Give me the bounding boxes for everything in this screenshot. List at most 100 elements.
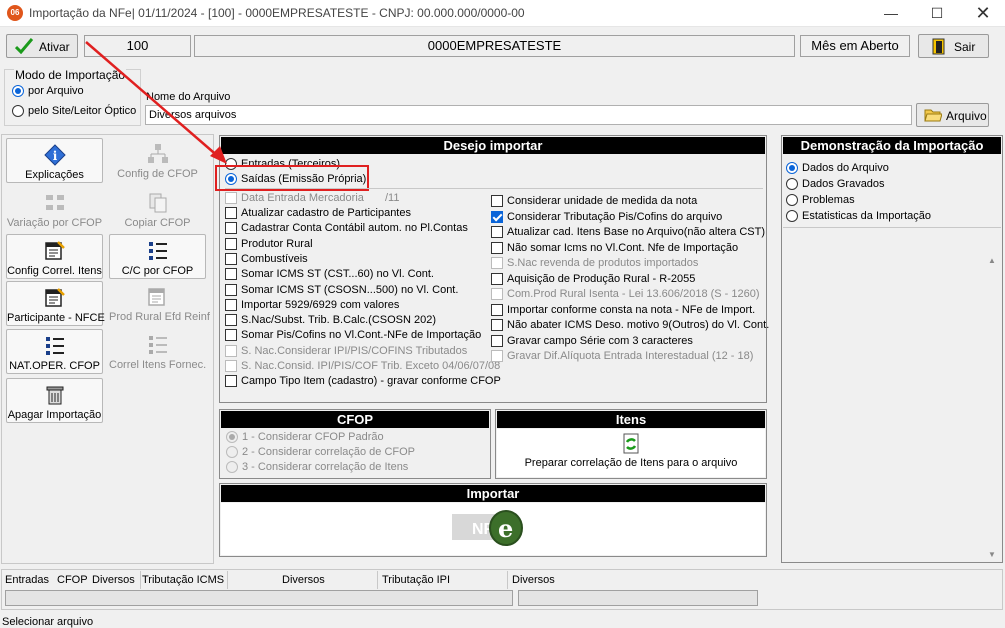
demo-stats-radio[interactable]: Estatisticas da Importação (786, 209, 931, 224)
tile-label: Correl Itens Fornec. (109, 359, 207, 371)
import-mode-file-radio[interactable]: por Arquivo (12, 84, 84, 99)
checkbox-box (225, 222, 237, 235)
checkbox-box (225, 344, 237, 357)
prepare-items-label: Preparar correlação de Itens para o arqu… (524, 457, 738, 469)
prepare-items-button[interactable]: Preparar correlação de Itens para o arqu… (497, 429, 765, 477)
checkbox-label: Produtor Rural (241, 237, 313, 250)
right-option-checkbox-3[interactable]: Atualizar cad. Itens Base no Arquivo(não… (491, 225, 765, 240)
maximize-icon[interactable]: ☐ (914, 0, 960, 26)
right-option-checkbox-8[interactable]: Importar conforme consta na nota - NFe d… (491, 303, 755, 318)
summary-col-diversos-3: Diversos (512, 574, 555, 586)
right-option-checkbox-10[interactable]: Gravar campo Série com 3 caracteres (491, 334, 693, 349)
right-option-checkbox-6[interactable]: Aquisição de Produção Rural - R-2055 (491, 272, 695, 287)
minimize-icon[interactable]: — (868, 0, 914, 26)
right-option-checkbox-1[interactable]: Considerar unidade de medida da nota (491, 194, 697, 209)
right-option-checkbox-4[interactable]: Não somar Icms no Vl.Cont. Nfe de Import… (491, 241, 738, 256)
checkbox-label: Atualizar cadastro de Participantes (241, 207, 411, 219)
summary-col-entries: Entradas (5, 574, 50, 586)
left-option-checkbox-4[interactable]: Combustíveis (225, 252, 308, 267)
checkbox-box (225, 283, 237, 296)
checkbox-label: Importar 5929/6929 com valores (241, 298, 400, 311)
delete-import-tile[interactable]: Apagar Importação (6, 378, 103, 423)
demo-scrollbar[interactable]: ▲ ▼ (984, 256, 1000, 559)
tile-label: Apagar Importação (7, 409, 102, 421)
info-icon: i (43, 144, 66, 166)
checkbox-label: S. Nac.Considerar IPI/PIS/COFINS Tributa… (241, 344, 468, 357)
left-option-checkbox-1[interactable]: Atualizar cadastro de Participantes (225, 206, 411, 221)
trash-icon (46, 386, 63, 405)
checkbox-label: S. Nac.Consid. IPI/PIS/COF Trib. Exceto … (241, 360, 501, 372)
separator-line (225, 188, 763, 189)
scroll-up-icon[interactable]: ▲ (984, 256, 1000, 265)
checkbox-label: Aquisição de Produção Rural - R-2055 (507, 272, 696, 285)
checkbox-box (225, 375, 237, 388)
demo-file-data-radio[interactable]: Dados do Arquivo (786, 161, 889, 176)
right-option-checkbox-7: Com.Prod Rural Isenta - Lei 13.606/2018 … (491, 287, 760, 302)
right-option-checkbox-2[interactable]: Considerar Tributação Pis/Cofins do arqu… (491, 210, 722, 225)
summary-col-diversos-1: Diversos (92, 574, 135, 586)
right-option-checkbox-11: Gravar Dif.Alíquota Entrada Interestadua… (491, 349, 753, 364)
left-option-checkbox-11: S. Nac.Consid. IPI/PIS/COF Trib. Exceto … (225, 359, 500, 374)
nat-oper-cfop-tile[interactable]: NAT.OPER. CFOP (6, 329, 103, 374)
checkbox-box (225, 329, 237, 342)
tile-label: Participante - NFCE (7, 312, 105, 324)
status-bar-text: Selecionar arquivo (2, 616, 94, 628)
checkbox-label: Importar conforme consta na nota - NFe d… (507, 303, 756, 316)
checkbox-box (225, 207, 237, 220)
exit-door-icon (932, 38, 945, 55)
nfe-logo-icon: NF e (452, 510, 523, 546)
grid-icon (45, 195, 64, 210)
checkbox-box (491, 226, 503, 239)
list-icon (148, 336, 167, 354)
checkbox-box (225, 360, 237, 373)
checkbox-label: Combustíveis (241, 252, 308, 265)
participant-nfce-tile[interactable]: Participante - NFCE (6, 281, 105, 326)
close-icon[interactable]: ✕ (960, 0, 1005, 26)
left-option-checkbox-9[interactable]: Somar Pis/Cofins no Vl.Cont.-NFe de Impo… (225, 328, 481, 343)
checkbox-label: Com.Prod Rural Isenta - Lei 13.606/2018 … (507, 288, 760, 300)
col-divider (227, 571, 228, 589)
refresh-document-icon (623, 433, 639, 454)
calendar-edit-icon (147, 288, 165, 306)
left-option-checkbox-12[interactable]: Campo Tipo Item (cadastro) - gravar conf… (225, 374, 501, 389)
exit-label: Sair (954, 40, 976, 54)
demo-problems-radio[interactable]: Problemas (786, 193, 855, 208)
import-nfe-button[interactable]: NF e (452, 506, 527, 548)
checkbox-label: Somar ICMS ST (CSOSN...500) no Vl. Cont. (241, 283, 459, 296)
checkmark-icon (15, 38, 33, 54)
left-option-checkbox-6[interactable]: Somar ICMS ST (CSOSN...500) no Vl. Cont. (225, 283, 458, 298)
left-option-checkbox-3[interactable]: Produtor Rural (225, 237, 313, 252)
variation-cfop-tile: Variação por CFOP (6, 187, 103, 232)
config-correl-items-tile[interactable]: Config Correl. Itens (6, 234, 103, 279)
cc-cfop-tile[interactable]: C/C por CFOP (109, 234, 206, 279)
right-option-checkbox-9[interactable]: Não abater ICMS Deso. motivo 9(Outros) d… (491, 318, 769, 333)
exit-button[interactable]: Sair (918, 34, 989, 58)
scroll-down-icon[interactable]: ▼ (984, 550, 1000, 559)
activate-button[interactable]: Ativar (6, 34, 78, 58)
checkbox-box (225, 314, 237, 327)
left-option-checkbox-8[interactable]: S.Nac/Subst. Trib. B.Calc.(CSOSN 202) (225, 313, 436, 328)
checkbox-label: Considerar Tributação Pis/Cofins do arqu… (507, 210, 723, 223)
list-icon (148, 242, 167, 260)
demo-saved-data-radio[interactable]: Dados Gravados (786, 177, 885, 192)
summary-col-ipi: Tributação IPI (382, 574, 451, 586)
checkbox-box (491, 195, 503, 208)
entry-date-checkbox: Data Entrada Mercadoria (225, 191, 364, 206)
checkbox-box (225, 268, 237, 281)
checkbox-box (225, 237, 237, 250)
file-browse-button[interactable]: Arquivo (916, 103, 989, 127)
col-divider (377, 571, 378, 589)
copy-cfop-tile: Copiar CFOP (109, 187, 206, 232)
progress-bar-2 (518, 590, 758, 606)
left-option-checkbox-7[interactable]: Importar 5929/6929 com valores (225, 298, 399, 313)
file-name-input[interactable]: Diversos arquivos (145, 105, 912, 125)
left-option-checkbox-5[interactable]: Somar ICMS ST (CST...60) no Vl. Cont. (225, 267, 434, 282)
cfop-header: CFOP (221, 411, 489, 428)
left-option-checkbox-2[interactable]: Cadastrar Conta Contábil autom. no Pl.Co… (225, 221, 468, 236)
checkbox-box (491, 241, 503, 254)
calendar-edit-icon (44, 288, 65, 307)
checkbox-box (491, 319, 503, 332)
checkbox-label: Somar ICMS ST (CST...60) no Vl. Cont. (241, 268, 434, 281)
checkbox-label: Considerar unidade de medida da nota (507, 195, 698, 207)
checkbox-box (491, 272, 503, 285)
